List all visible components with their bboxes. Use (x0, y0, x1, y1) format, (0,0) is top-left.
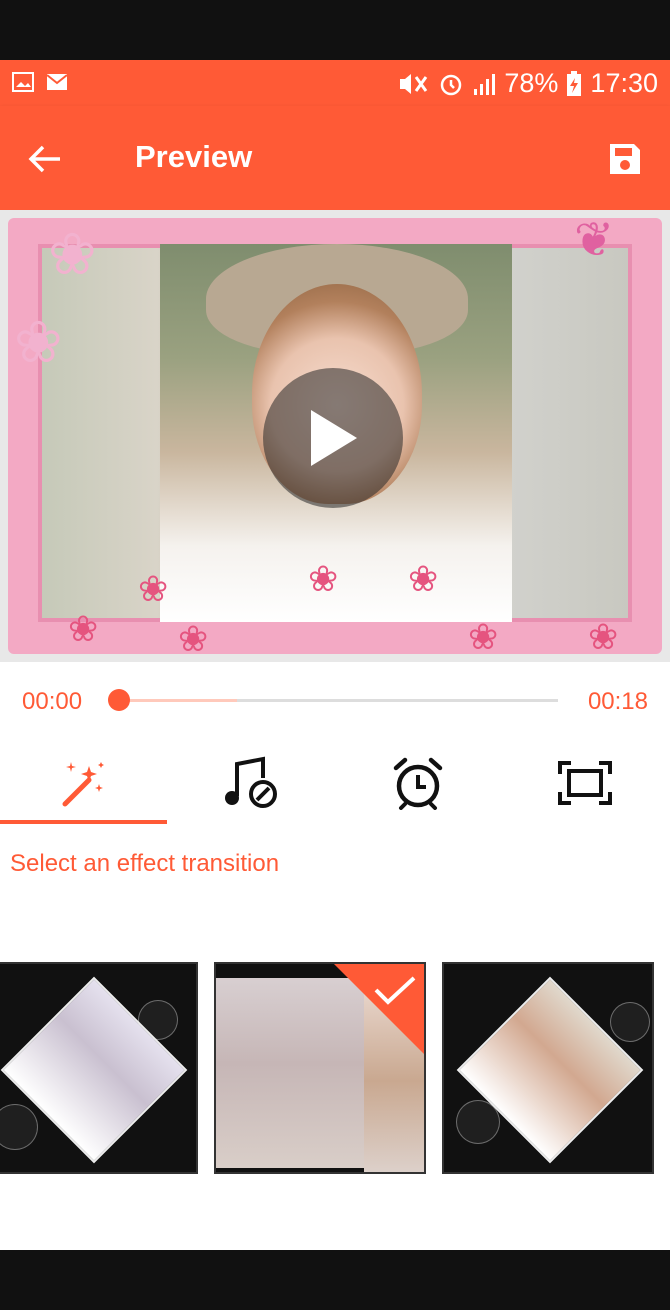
bokeh-decoration (0, 1104, 38, 1150)
mute-vibrate-icon (400, 73, 428, 94)
current-time: 00:00 (22, 688, 83, 715)
transition-thumbnail[interactable] (0, 962, 198, 1174)
save-icon (610, 144, 640, 174)
music-note-icon (224, 756, 277, 808)
tulip-decoration: ❀ (588, 616, 619, 654)
frame-icon (557, 761, 612, 805)
editor-tabs (0, 742, 670, 824)
tulip-decoration: ❀ (408, 558, 439, 599)
transition-list[interactable] (0, 962, 670, 1178)
effect-hint-text: Select an effect transition (10, 850, 280, 877)
battery-charging-icon (567, 70, 582, 96)
video-preview[interactable]: ❀ ❀ ❦ ❀ ❀ ❀ ❀ ❀ ❀ ❀ (8, 218, 662, 654)
selected-tab-indicator (0, 820, 167, 824)
alarm-icon (441, 74, 462, 95)
magic-wand-icon (62, 762, 104, 807)
app-bar: Preview (0, 106, 670, 210)
tulip-decoration: ❀ (68, 608, 99, 649)
image-notification-icon (12, 72, 34, 92)
total-time: 00:18 (587, 688, 648, 715)
alarm-clock-icon (393, 757, 442, 810)
checkmark-icon (374, 976, 416, 1005)
playback-controls: 00:00 00:18 (0, 662, 670, 738)
back-button[interactable] (22, 136, 68, 182)
tab-duration[interactable] (334, 742, 501, 824)
tulip-decoration: ❀ (138, 568, 169, 609)
arrow-left-icon (28, 145, 60, 173)
butterfly-decoration: ❀ (48, 222, 97, 287)
seek-bar[interactable] (118, 699, 558, 702)
system-top-bar (0, 0, 670, 60)
transition-thumbnail-selected[interactable] (214, 962, 426, 1174)
seek-buffer (118, 699, 237, 702)
transition-thumbnail[interactable] (442, 962, 654, 1174)
tulip-decoration: ❀ (468, 616, 499, 654)
page-title: Preview (135, 139, 253, 174)
tulip-decoration: ❀ (308, 558, 339, 599)
clock: 17:30 (590, 68, 658, 98)
status-bar: 78% 17:30 (0, 60, 670, 106)
play-button[interactable] (263, 368, 403, 508)
tab-frame[interactable] (501, 742, 668, 824)
signal-icon (474, 73, 496, 95)
bokeh-decoration (610, 1002, 650, 1042)
bow-decoration: ❦ (574, 218, 615, 267)
butterfly-decoration: ❀ (14, 310, 63, 375)
tab-music[interactable] (167, 742, 334, 824)
system-bottom-bar (0, 1250, 670, 1310)
tab-effect[interactable] (0, 742, 167, 824)
tulip-decoration: ❀ (178, 618, 209, 654)
battery-percent: 78% (504, 68, 559, 98)
seek-thumb[interactable] (108, 689, 130, 711)
mail-notification-icon (46, 74, 68, 90)
save-button[interactable] (602, 136, 648, 182)
video-preview-area: ❀ ❀ ❦ ❀ ❀ ❀ ❀ ❀ ❀ ❀ (0, 210, 670, 662)
play-icon (311, 410, 357, 466)
main-content: ❀ ❀ ❦ ❀ ❀ ❀ ❀ ❀ ❀ ❀ 00:00 00:18 Select a… (0, 210, 670, 1250)
